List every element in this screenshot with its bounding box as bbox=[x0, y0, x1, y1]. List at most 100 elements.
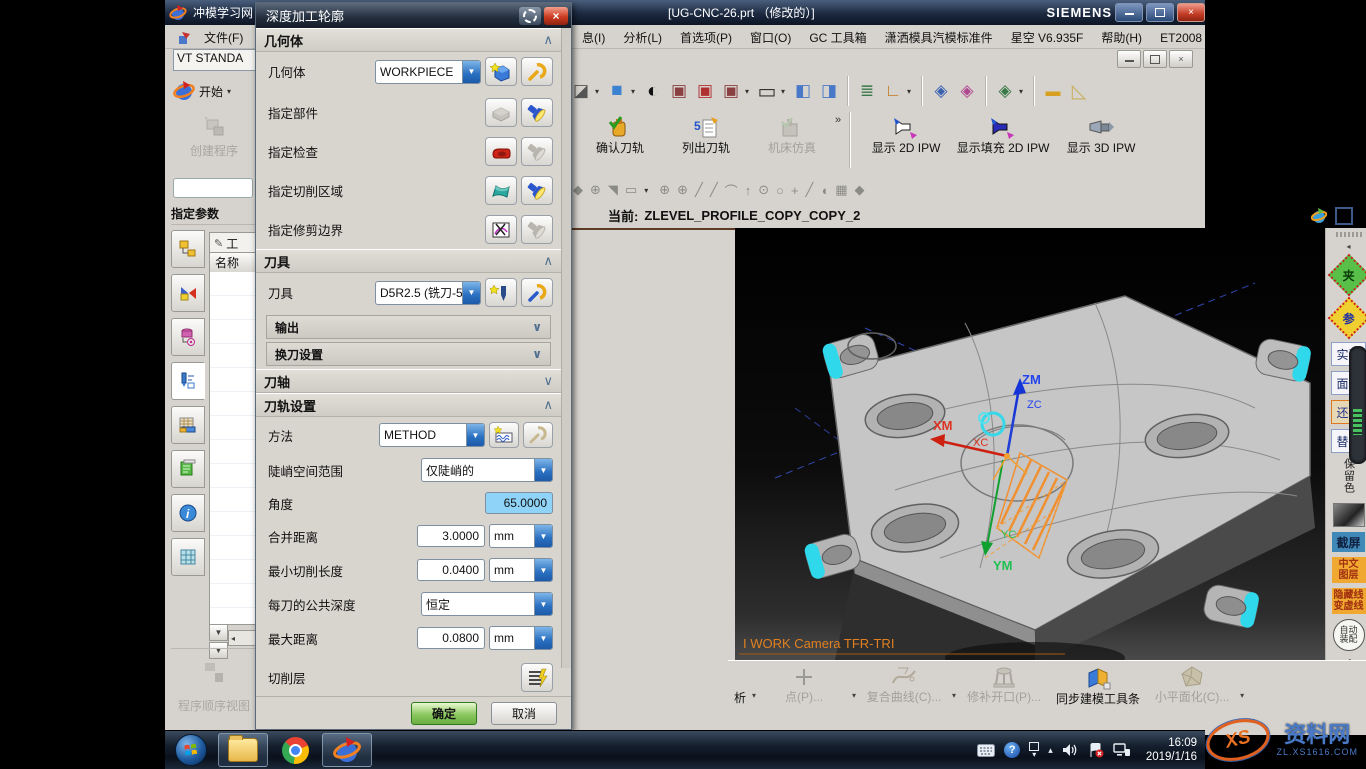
method-combo[interactable]: METHOD ▼ bbox=[379, 423, 485, 447]
help-tray-icon[interactable]: ? bbox=[1004, 742, 1020, 758]
menu-gc-toolbox[interactable]: GC 工具箱 bbox=[800, 27, 875, 48]
close-button[interactable]: × bbox=[1177, 3, 1205, 22]
section-view-icon[interactable]: ▣ bbox=[667, 79, 691, 103]
shaded-dropdown[interactable]: ▾ bbox=[631, 87, 639, 96]
render-style-icon[interactable]: ◐ bbox=[641, 79, 665, 103]
snap-icon-15[interactable]: ▦ bbox=[835, 182, 847, 198]
keyboard-tray-icon[interactable] bbox=[977, 744, 995, 757]
facet-body-button[interactable]: 小平面化(C)... bbox=[1144, 665, 1240, 705]
taskbar-nx-button[interactable] bbox=[322, 733, 372, 767]
window-popup-tray-icon[interactable]: ▾ bbox=[1029, 742, 1039, 759]
merge-unit-combo[interactable]: mm ▼ bbox=[489, 524, 553, 548]
start-orb-button[interactable] bbox=[166, 733, 216, 767]
menu-help[interactable]: 帮助(H) bbox=[1092, 27, 1151, 48]
snap-dropdown[interactable]: ▾ bbox=[644, 186, 652, 195]
action-center-flag-icon[interactable] bbox=[1088, 743, 1104, 758]
menu-file[interactable]: 文件(F) bbox=[195, 27, 252, 48]
ok-button[interactable]: 确定 bbox=[411, 702, 477, 725]
menu-et2008[interactable]: ET2008 bbox=[1151, 29, 1211, 47]
toolbar-overflow-chevron[interactable]: » bbox=[835, 114, 841, 126]
palette-icon[interactable]: ◈ bbox=[955, 79, 979, 103]
minimize-button[interactable] bbox=[1115, 3, 1143, 22]
min-cut-length-field[interactable]: 0.0400 bbox=[417, 559, 485, 581]
hidden-line-dashed-button[interactable]: 隐藏线 变虚线 bbox=[1332, 588, 1366, 614]
operation-nav-tab[interactable] bbox=[171, 362, 205, 400]
mdi-restore-button[interactable] bbox=[1143, 50, 1167, 68]
snap-icon-12[interactable]: + bbox=[791, 183, 799, 198]
cut-levels-button[interactable] bbox=[521, 663, 553, 692]
network-tray-icon[interactable] bbox=[1113, 743, 1131, 757]
select-part-flashlight-button[interactable] bbox=[521, 98, 553, 127]
scroll-down-button[interactable]: ▼ bbox=[209, 624, 228, 641]
show-hidden-icons-button[interactable]: ▴ bbox=[1048, 745, 1053, 756]
check-geometry-button[interactable] bbox=[485, 137, 517, 166]
show-component-dropdown[interactable]: ▾ bbox=[1019, 87, 1027, 96]
snap-icon-1[interactable]: ⊕ bbox=[590, 182, 601, 198]
bottom-dropdown-3[interactable]: ▾ bbox=[1240, 691, 1244, 700]
mdi-close-button[interactable]: × bbox=[1169, 50, 1193, 68]
select-trim-flashlight-button[interactable] bbox=[521, 215, 553, 244]
volume-tray-icon[interactable] bbox=[1062, 743, 1079, 757]
clip-plane-b-icon[interactable]: ◨ bbox=[817, 79, 841, 103]
snap-icon-11[interactable]: ○ bbox=[776, 183, 784, 198]
steep-range-combo[interactable]: 仅陡峭的 ▼ bbox=[421, 458, 553, 482]
edit-method-button[interactable] bbox=[523, 422, 553, 448]
clip-section-icon[interactable]: ◪ bbox=[569, 79, 593, 103]
specify-part-button[interactable] bbox=[485, 98, 517, 127]
geometry-combo[interactable]: WORKPIECE ▼ bbox=[375, 60, 481, 84]
menu-analysis[interactable]: 分析(L) bbox=[614, 27, 671, 48]
layers-tab[interactable] bbox=[171, 538, 205, 576]
sync-modeling-button[interactable]: 同步建模工具条 bbox=[1052, 665, 1144, 707]
output-subsection[interactable]: 输出 ∨ bbox=[266, 315, 551, 339]
cut-area-button[interactable] bbox=[485, 176, 517, 205]
point-button[interactable]: 点(P)... bbox=[756, 665, 852, 705]
snap-icon-10[interactable]: ⊙ bbox=[758, 182, 769, 198]
menu-window[interactable]: 窗口(O) bbox=[741, 27, 800, 48]
dialog-titlebar[interactable]: 深度加工轮廓 × bbox=[256, 3, 571, 28]
csys-icon[interactable]: ∟ bbox=[881, 79, 905, 103]
section-curve-icon[interactable]: ▣ bbox=[719, 79, 743, 103]
snap-icon-3[interactable]: ▭ bbox=[625, 182, 637, 198]
dialog-settings-button[interactable] bbox=[519, 7, 541, 25]
max-distance-field[interactable]: 0.0800 bbox=[417, 627, 485, 649]
new-tool-button[interactable] bbox=[485, 278, 517, 307]
toolbar-drag-handle[interactable] bbox=[1336, 232, 1362, 237]
snap-icon-2[interactable]: ◥ bbox=[608, 182, 618, 198]
process-assistant-tab[interactable] bbox=[171, 450, 205, 488]
toolbar-combo-vt[interactable]: VT STANDA bbox=[173, 49, 261, 71]
snap-icon-6[interactable]: ╱ bbox=[695, 182, 703, 198]
window-rect-icon[interactable]: ▭ bbox=[755, 79, 779, 103]
trim-boundary-button[interactable] bbox=[485, 215, 517, 244]
screenshot-button[interactable]: 截屏 bbox=[1332, 532, 1365, 552]
show-2d-ipw-button[interactable]: 显示 2D IPW bbox=[859, 112, 953, 156]
composite-curve-button[interactable]: 复合曲线(C)... bbox=[856, 665, 952, 705]
patch-opening-button[interactable]: 修补开口(P)... bbox=[956, 665, 1052, 705]
menu-preferences[interactable]: 首选项(P) bbox=[671, 27, 741, 48]
tool-section-header[interactable]: 刀具 ∧ bbox=[256, 249, 561, 273]
auto-assemble-button[interactable]: 自动 装配 bbox=[1333, 619, 1365, 651]
common-depth-combo[interactable]: 恒定 ▼ bbox=[421, 592, 553, 616]
operation-list[interactable] bbox=[209, 272, 257, 625]
snap-icon-0[interactable]: ◆ bbox=[573, 182, 583, 198]
chinese-layer-button[interactable]: 中文 图层 bbox=[1332, 557, 1366, 583]
fit-view-icon[interactable] bbox=[1335, 207, 1353, 225]
clamp-diamond-button[interactable]: 夹 bbox=[1327, 254, 1366, 296]
snap-icon-14[interactable]: ◖ bbox=[820, 183, 828, 198]
operation-navigator-tab-header[interactable]: ✎ 工 bbox=[209, 232, 259, 253]
min-cut-unit-combo[interactable]: mm ▼ bbox=[489, 558, 553, 582]
create-program-button[interactable]: 创建程序 bbox=[175, 112, 253, 172]
clip-section-dropdown[interactable]: ▾ bbox=[595, 87, 603, 96]
machine-tool-nav-tab[interactable] bbox=[171, 274, 205, 312]
verify-toolpath-button[interactable]: 确认刀轨 bbox=[577, 112, 663, 156]
new-method-button[interactable] bbox=[489, 422, 519, 448]
sidebar-input[interactable] bbox=[173, 178, 253, 198]
clip-plane-a-icon[interactable]: ◧ bbox=[791, 79, 815, 103]
list-toolpath-button[interactable]: 5 列出刀轨 bbox=[663, 112, 749, 156]
measure-angle-icon[interactable]: ◺ bbox=[1067, 79, 1091, 103]
tool-axis-section-header[interactable]: 刀轴 ∨ bbox=[256, 369, 561, 393]
start-menu-button[interactable]: 开始 ▾ bbox=[173, 76, 253, 106]
select-check-flashlight-button[interactable] bbox=[521, 137, 553, 166]
info-tab[interactable]: i bbox=[171, 494, 205, 532]
dialog-close-button[interactable]: × bbox=[544, 7, 568, 25]
thumbnail-button[interactable] bbox=[1333, 503, 1365, 527]
